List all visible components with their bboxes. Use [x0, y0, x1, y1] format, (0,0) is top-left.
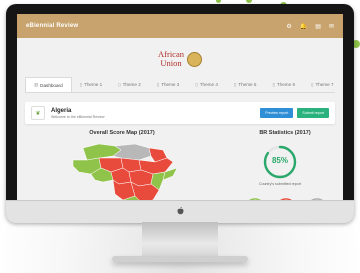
tab-theme-7[interactable]: ▯ Theme 7: [303, 77, 342, 92]
tab-label: Theme 5: [238, 82, 257, 87]
map-panel: Overall Score Map (2017): [17, 130, 227, 200]
tab-theme-3[interactable]: ▯ Theme 3: [149, 77, 188, 92]
page-icon: ▯: [195, 81, 198, 87]
mini-gauge-green: [249, 198, 261, 200]
african-union-logo: African Union: [17, 45, 343, 73]
gear-icon[interactable]: ⚙: [286, 23, 291, 30]
page-icon: ▯: [233, 81, 237, 87]
map-region: [112, 143, 152, 161]
tab-label: Theme 6: [276, 82, 296, 87]
leaf-icon: ❦: [31, 106, 45, 120]
apple-logo-icon: [177, 207, 184, 215]
tab-theme-1[interactable]: ▯ Theme 1: [72, 77, 111, 92]
bell-icon[interactable]: 🔔: [300, 23, 307, 30]
page-icon: ▯: [79, 81, 83, 87]
country-name: Algeria: [51, 107, 72, 114]
header-icons: ⚙ 🔔 ▤ ✉: [286, 23, 334, 30]
mail-icon[interactable]: ✉: [329, 23, 334, 30]
page-icon: ▯: [156, 81, 160, 87]
percent-value: 85%: [271, 156, 288, 165]
logo-line-2: Union: [160, 58, 182, 68]
document-icon[interactable]: ▤: [315, 23, 321, 30]
tab-label: Theme 2: [122, 82, 141, 87]
tab-label: Theme 4: [199, 82, 218, 87]
submit-report-button[interactable]: Submit report: [297, 108, 329, 118]
tab-theme-6[interactable]: ▯ Theme 6: [264, 77, 303, 92]
tab-label: Dashboard: [40, 82, 63, 88]
mini-gauge-red: [280, 198, 292, 200]
au-emblem-icon: [186, 51, 202, 67]
stats-panel: BR Statistics (2017) 85% Country's submi…: [227, 130, 343, 200]
country-card: ❦ Algeria Welcome to the eBiennial Revie…: [25, 102, 335, 124]
tab-theme-4[interactable]: ▯ Theme 4: [187, 77, 226, 92]
tab-theme-5[interactable]: ▯ Theme 5: [226, 77, 265, 92]
tab-label: Theme 7: [315, 82, 334, 87]
map-title: Overall Score Map (2017): [89, 130, 155, 136]
tab-dashboard[interactable]: ▥ Dashboard: [25, 77, 72, 92]
page-icon: ▯: [272, 81, 275, 87]
app-title: eBiennial Review: [26, 23, 79, 29]
welcome-text: Welcome to the eBiennial Review: [51, 114, 105, 119]
dashboard-body: Overall Score Map (2017) BR Statistics (…: [17, 130, 343, 200]
tab-label: Theme 1: [84, 82, 103, 87]
mini-gauges: [249, 198, 323, 200]
chart-icon: ▥: [34, 82, 39, 87]
mini-gauge-grey: [311, 198, 323, 200]
submitted-caption: Country's submitted report: [258, 182, 302, 186]
preview-report-button[interactable]: Preview report: [260, 108, 294, 118]
tab-theme-2[interactable]: ▯ Theme 2: [110, 77, 149, 92]
monitor-stand: [142, 222, 218, 258]
africa-map: [72, 143, 178, 200]
app-header: eBiennial Review ⚙ 🔔 ▤ ✉: [17, 14, 343, 38]
tab-label: Theme 3: [161, 82, 180, 87]
stats-title: BR Statistics (2017): [259, 130, 311, 136]
page-icon: ▯: [311, 81, 314, 87]
monitor-base: [112, 256, 248, 262]
screen: eBiennial Review ⚙ 🔔 ▤ ✉ African Union ▥…: [17, 14, 343, 200]
page-icon: ▯: [118, 81, 121, 87]
tab-bar: ▥ Dashboard ▯ Theme 1 ▯ Theme 2 ▯ Theme 3 ▯ T…: [25, 77, 335, 93]
